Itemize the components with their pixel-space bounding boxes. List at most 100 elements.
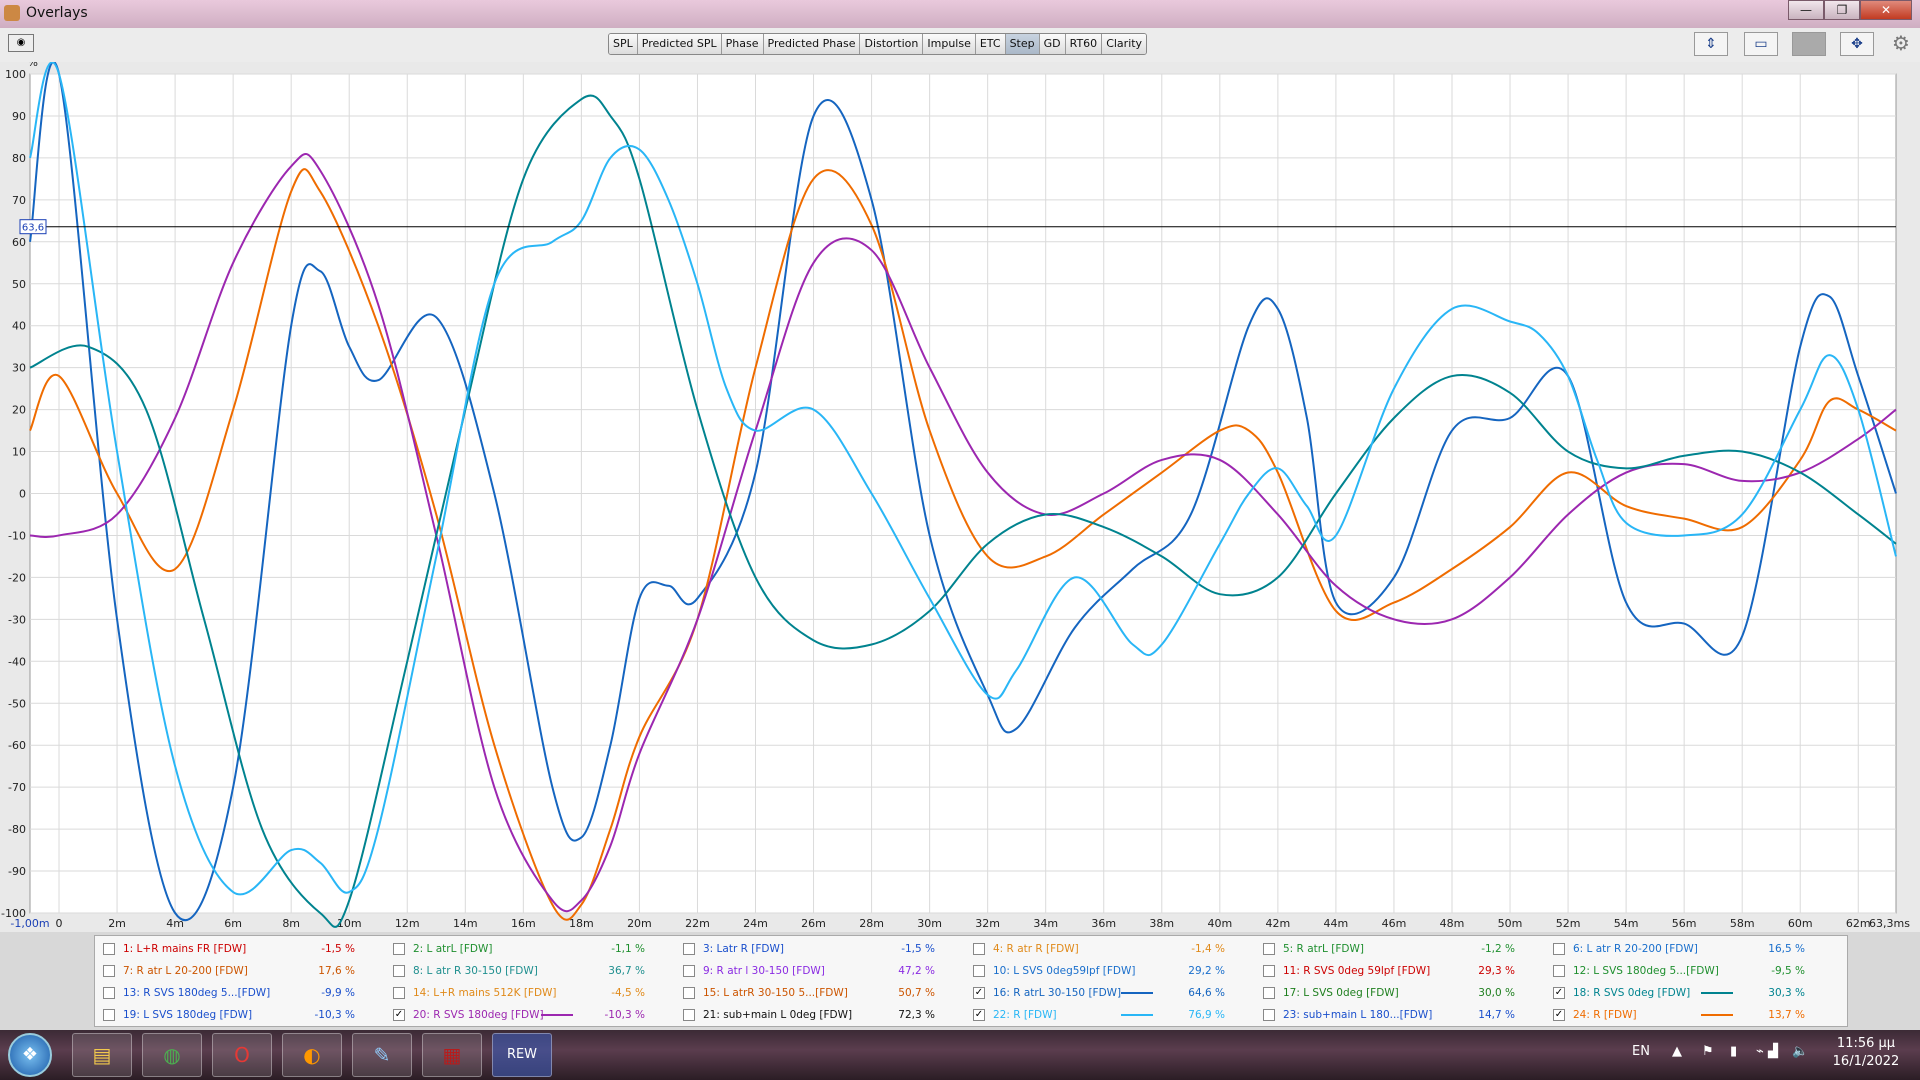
legend-checkbox[interactable] xyxy=(103,965,115,977)
x-tick-label: 2m xyxy=(108,917,126,930)
tab-impulse[interactable]: Impulse xyxy=(923,34,976,54)
tab-rt60[interactable]: RT60 xyxy=(1065,34,1103,54)
y-tick-label: 70 xyxy=(12,194,26,207)
legend-trace-name[interactable]: 16: R atrL 30-150 [FDW] xyxy=(993,982,1121,1004)
legend-checkbox[interactable] xyxy=(393,987,405,999)
zoom-fit-icon[interactable]: ⇕ xyxy=(1694,32,1728,56)
tab-etc[interactable]: ETC xyxy=(975,34,1006,54)
legend-trace-name[interactable]: 18: R SVS 0deg [FDW] xyxy=(1573,982,1690,1004)
legend-trace-name[interactable]: 23: sub+main L 180...[FDW] xyxy=(1283,1004,1432,1026)
close-button[interactable]: ✕ xyxy=(1860,0,1912,20)
legend-checkbox[interactable] xyxy=(1263,965,1275,977)
legend-trace-name[interactable]: 19: L SVS 180deg [FDW] xyxy=(123,1004,252,1026)
step-response-chart[interactable]: 1009080706050403020100-10-20-30-40-50-60… xyxy=(0,56,1920,932)
maximize-button[interactable]: ❐ xyxy=(1824,0,1860,20)
battery-icon[interactable]: ▮ xyxy=(1730,1044,1737,1059)
legend-value: -1,5 % xyxy=(321,943,355,955)
tab-spl[interactable]: SPL xyxy=(609,34,638,54)
legend-checkbox[interactable] xyxy=(393,943,405,955)
legend-trace-name[interactable]: 1: L+R mains FR [FDW] xyxy=(123,938,246,960)
x-tick-label: 60m xyxy=(1788,917,1813,930)
clock-date[interactable]: 16/1/2022 xyxy=(1826,1054,1906,1069)
y-tick-label: -80 xyxy=(8,823,26,836)
tray-expand-icon[interactable]: ▲ xyxy=(1672,1044,1682,1059)
legend-value: 76,9 % xyxy=(1188,1009,1225,1021)
legend-trace-name[interactable]: 12: L SVS 180deg 5...[FDW] xyxy=(1573,960,1719,982)
legend-trace-name[interactable]: 7: R atr L 20-200 [FDW] xyxy=(123,960,248,982)
language-indicator[interactable]: EN xyxy=(1632,1044,1650,1059)
y-tick-label: -10 xyxy=(8,529,26,542)
legend-checkbox[interactable] xyxy=(973,965,985,977)
taskbar-chrome-icon[interactable]: ◍ xyxy=(142,1033,202,1077)
minimize-button[interactable]: — xyxy=(1788,0,1824,20)
legend-checkbox[interactable] xyxy=(103,987,115,999)
legend-checkbox[interactable] xyxy=(683,987,695,999)
legend-checkbox[interactable]: ✓ xyxy=(973,1009,985,1021)
legend-trace-name[interactable]: 11: R SVS 0deg 59lpf [FDW] xyxy=(1283,960,1430,982)
tab-predicted-phase[interactable]: Predicted Phase xyxy=(763,34,861,54)
legend-trace-name[interactable]: 8: L atr R 30-150 [FDW] xyxy=(413,960,538,982)
gear-icon[interactable]: ⚙ xyxy=(1884,32,1918,56)
y-tick-label: -20 xyxy=(8,571,26,584)
legend-trace-name[interactable]: 10: L SVS 0deg59lpf [FDW] xyxy=(993,960,1135,982)
legend-checkbox[interactable] xyxy=(103,1009,115,1021)
legend-checkbox[interactable] xyxy=(1263,1009,1275,1021)
clock-time[interactable]: 11:56 μμ xyxy=(1826,1036,1906,1051)
taskbar-rew-icon[interactable]: REW xyxy=(492,1033,552,1077)
taskbar-paint-icon[interactable]: ✎ xyxy=(352,1033,412,1077)
legend-checkbox[interactable] xyxy=(1553,943,1565,955)
legend-trace-name[interactable]: 24: R [FDW] xyxy=(1573,1004,1637,1026)
legend-checkbox[interactable] xyxy=(683,943,695,955)
legend-checkbox[interactable]: ✓ xyxy=(1553,987,1565,999)
legend-checkbox[interactable] xyxy=(393,965,405,977)
tab-step[interactable]: Step xyxy=(1005,34,1040,54)
pan-arrows-icon[interactable]: ✥ xyxy=(1840,32,1874,56)
legend-trace-name[interactable]: 9: R atr l 30-150 [FDW] xyxy=(703,960,825,982)
x-tick-label: 54m xyxy=(1614,917,1639,930)
network-icon[interactable]: ▟ xyxy=(1768,1044,1778,1059)
legend-checkbox[interactable] xyxy=(103,943,115,955)
start-button[interactable]: ❖ xyxy=(8,1033,52,1077)
tab-clarity[interactable]: Clarity xyxy=(1102,34,1147,54)
tab-gd[interactable]: GD xyxy=(1039,34,1066,54)
legend-checkbox[interactable] xyxy=(973,943,985,955)
x-tick-label: 44m xyxy=(1324,917,1349,930)
tab-predicted-spl[interactable]: Predicted SPL xyxy=(637,34,722,54)
legend-trace-name[interactable]: 20: R SVS 180deg [FDW] xyxy=(413,1004,544,1026)
legend-checkbox[interactable]: ✓ xyxy=(1553,1009,1565,1021)
camera-icon[interactable]: ◉ xyxy=(8,34,34,52)
legend-checkbox[interactable] xyxy=(1263,987,1275,999)
legend-checkbox[interactable]: ✓ xyxy=(393,1009,405,1021)
legend-checkbox[interactable]: ✓ xyxy=(973,987,985,999)
taskbar-avast-icon[interactable]: ◐ xyxy=(282,1033,342,1077)
x-tick-label: 20m xyxy=(627,917,652,930)
legend-trace-name[interactable]: 5: R atrL [FDW] xyxy=(1283,938,1364,960)
legend-trace-name[interactable]: 14: L+R mains 512K [FDW] xyxy=(413,982,557,1004)
legend-trace-name[interactable]: 4: R atr R [FDW] xyxy=(993,938,1079,960)
legend-trace-name[interactable]: 3: Latr R [FDW] xyxy=(703,938,784,960)
legend-checkbox[interactable] xyxy=(683,965,695,977)
legend-item: 11: R SVS 0deg 59lpf [FDW] 29,3 % xyxy=(1259,960,1549,982)
legend-checkbox[interactable] xyxy=(1263,943,1275,955)
legend-trace-name[interactable]: 15: L atrR 30-150 5...[FDW] xyxy=(703,982,848,1004)
taskbar-winrar-icon[interactable]: ▦ xyxy=(422,1033,482,1077)
legend-trace-name[interactable]: 21: sub+main L 0deg [FDW] xyxy=(703,1004,852,1026)
legend-trace-name[interactable]: 6: L atr R 20-200 [FDW] xyxy=(1573,938,1698,960)
legend-trace-name[interactable]: 22: R [FDW] xyxy=(993,1004,1057,1026)
flag-icon[interactable]: ⚑ xyxy=(1702,1044,1714,1059)
tab-distortion[interactable]: Distortion xyxy=(860,34,924,54)
legend-trace-name[interactable]: 17: L SVS 0deg [FDW] xyxy=(1283,982,1399,1004)
x-tick-label: 24m xyxy=(743,917,768,930)
limits-icon[interactable]: ▭ xyxy=(1744,32,1778,56)
legend-item: 23: sub+main L 180...[FDW] 14,7 % xyxy=(1259,1004,1549,1026)
taskbar-opera-icon[interactable]: O xyxy=(212,1033,272,1077)
volume-icon[interactable]: 🔈 xyxy=(1792,1044,1808,1059)
power-icon[interactable]: ⌁ xyxy=(1756,1044,1764,1059)
legend-trace-name[interactable]: 13: R SVS 180deg 5...[FDW] xyxy=(123,982,270,1004)
taskbar-explorer-icon[interactable]: ▤ xyxy=(72,1033,132,1077)
legend-trace-name[interactable]: 2: L atrL [FDW] xyxy=(413,938,493,960)
controls-icon[interactable] xyxy=(1792,32,1826,56)
legend-checkbox[interactable] xyxy=(683,1009,695,1021)
legend-checkbox[interactable] xyxy=(1553,965,1565,977)
tab-phase[interactable]: Phase xyxy=(721,34,764,54)
